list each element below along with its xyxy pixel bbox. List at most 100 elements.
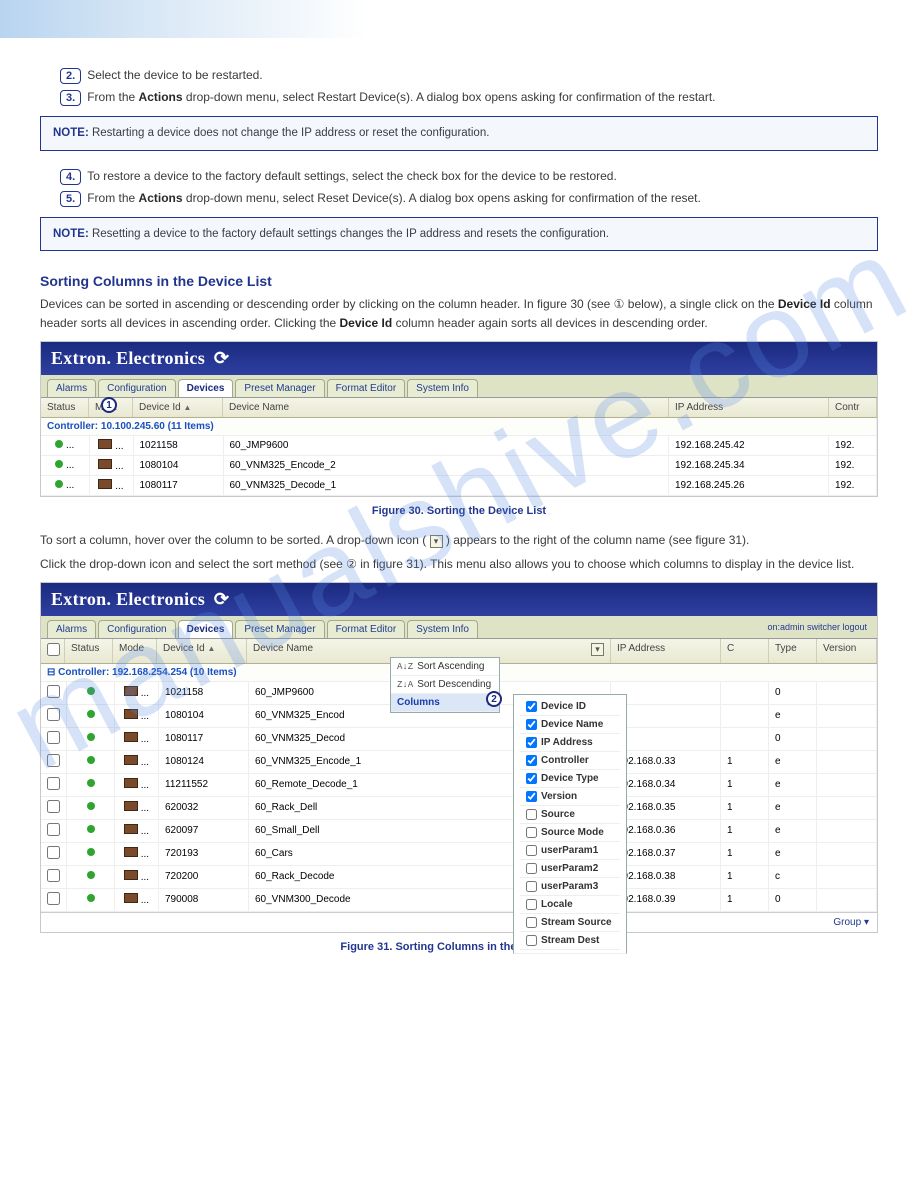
col-status[interactable]: Status xyxy=(65,639,113,663)
table-row[interactable]: ... ... 1080117 60_VNM325_Decode_1 192.1… xyxy=(41,475,877,495)
table-row[interactable]: ...72020060_Rack_Decode192.168.0.381c xyxy=(41,865,877,888)
device-type-icon xyxy=(124,801,138,811)
row-checkbox[interactable] xyxy=(47,685,60,698)
status-dot-icon xyxy=(87,733,95,741)
table-row[interactable]: ...1121155260_Remote_Decode_1192.168.0.3… xyxy=(41,773,877,796)
device-type-icon xyxy=(98,459,112,469)
status-dot-icon xyxy=(87,756,95,764)
col-opt-userparam2[interactable]: userParam2 xyxy=(520,860,620,878)
status-dot-icon xyxy=(87,802,95,810)
note-box-2: NOTE: Resetting a device to the factory … xyxy=(40,217,878,252)
col-opt-userparam3[interactable]: userParam3 xyxy=(520,878,620,896)
tab-alarms[interactable]: Alarms xyxy=(47,379,96,397)
col-mode[interactable]: Mode xyxy=(113,639,157,663)
select-all-checkbox[interactable] xyxy=(47,643,60,656)
col-type[interactable]: Type xyxy=(769,639,817,663)
dropdown-arrow-icon: ▾ xyxy=(430,535,443,548)
group-dropdown-button[interactable]: Group ▾ xyxy=(41,912,877,932)
table-row[interactable]: ...108012460_VNM325_Encode_1192.168.0.33… xyxy=(41,750,877,773)
row-checkbox[interactable] xyxy=(47,754,60,767)
status-dot-icon xyxy=(87,710,95,718)
callout-2: 2 xyxy=(486,691,502,707)
steps-list-mid: 4.To restore a device to the factory def… xyxy=(60,169,878,207)
row-checkbox[interactable] xyxy=(47,869,60,882)
col-device-id[interactable]: Device Id ▲ xyxy=(157,639,247,663)
device-type-icon xyxy=(98,479,112,489)
row-checkbox[interactable] xyxy=(47,708,60,721)
figure-30-screenshot: Extron. Electronics ⟳ Alarms Configurati… xyxy=(40,341,878,497)
tab-format-editor[interactable]: Format Editor xyxy=(327,620,406,638)
table-row[interactable]: ... ... 1021158 60_JMP9600 192.168.245.4… xyxy=(41,435,877,455)
logo-swirl-icon: ⟳ xyxy=(214,348,229,369)
col-opt-userparam1[interactable]: userParam1 xyxy=(520,842,620,860)
col-opt-stream-dest[interactable]: Stream Dest xyxy=(520,932,620,950)
col-opt-controller[interactable]: Controller xyxy=(520,752,620,770)
device-type-icon xyxy=(98,439,112,449)
sort-desc-item[interactable]: Z↓ASort Descending xyxy=(391,676,499,694)
columns-checkbox-menu: Device ID Device Name IP Address Control… xyxy=(513,694,627,954)
device-type-icon xyxy=(124,732,138,742)
row-checkbox[interactable] xyxy=(47,800,60,813)
row-checkbox[interactable] xyxy=(47,731,60,744)
table-group-row[interactable]: Controller: 10.100.245.60 (11 Items) xyxy=(41,418,877,436)
col-opt-version[interactable]: Version xyxy=(520,788,620,806)
column-dropdown-trigger[interactable]: ▾ xyxy=(591,643,604,656)
status-dot-icon xyxy=(87,825,95,833)
col-opt-source[interactable]: Source xyxy=(520,806,620,824)
row-checkbox[interactable] xyxy=(47,823,60,836)
tab-preset-manager[interactable]: Preset Manager xyxy=(235,620,324,638)
row-checkbox[interactable] xyxy=(47,777,60,790)
row-checkbox[interactable] xyxy=(47,846,60,859)
callout-1: 1 xyxy=(101,397,117,413)
tab-configuration[interactable]: Configuration xyxy=(98,620,175,638)
col-c[interactable]: C xyxy=(721,639,769,663)
col-opt-source-mode[interactable]: Source Mode xyxy=(520,824,620,842)
tab-devices[interactable]: Devices xyxy=(178,620,234,638)
status-dot-icon xyxy=(55,460,63,468)
sort-asc-icon: ▲ xyxy=(183,403,191,412)
col-status[interactable]: Status xyxy=(41,398,89,417)
device-type-icon xyxy=(124,686,138,696)
table-row[interactable]: ...108011760_VNM325_Decod0 xyxy=(41,727,877,750)
table-row[interactable]: ...62003260_Rack_Dell192.168.0.351e xyxy=(41,796,877,819)
tab-devices[interactable]: Devices xyxy=(178,379,234,397)
col-opt-device-name[interactable]: Device Name xyxy=(520,716,620,734)
tab-configuration[interactable]: Configuration xyxy=(98,379,175,397)
device-type-icon xyxy=(124,755,138,765)
col-ip-address[interactable]: IP Address xyxy=(669,398,829,417)
top-right-links[interactable]: on:admin switcher logout xyxy=(763,620,871,638)
col-opt-locale[interactable]: Locale xyxy=(520,896,620,914)
col-ip-address[interactable]: IP Address xyxy=(611,639,721,663)
col-opt-device-type[interactable]: Device Type xyxy=(520,770,620,788)
col-device-id[interactable]: Device Id ▲ xyxy=(133,398,223,417)
note-box-1: NOTE: Restarting a device does not chang… xyxy=(40,116,878,151)
table-row[interactable]: ...72019360_Cars192.168.0.371e xyxy=(41,842,877,865)
brand-header-1: Extron. Electronics ⟳ xyxy=(41,342,877,375)
col-opt-ip[interactable]: IP Address xyxy=(520,734,620,752)
device-type-icon xyxy=(124,709,138,719)
column-sort-body: To sort a column, hover over the column … xyxy=(40,531,878,550)
step-number-4: 4. xyxy=(60,169,81,185)
tab-system-info[interactable]: System Info xyxy=(407,379,478,397)
logo-swirl-icon: ⟳ xyxy=(214,589,229,610)
col-opt-stream-source[interactable]: Stream Source xyxy=(520,914,620,932)
row-checkbox[interactable] xyxy=(47,892,60,905)
table-row[interactable]: ... ... 1080104 60_VNM325_Encode_2 192.1… xyxy=(41,455,877,475)
tab-preset-manager[interactable]: Preset Manager xyxy=(235,379,324,397)
col-version[interactable]: Version xyxy=(817,639,877,663)
columns-submenu-item[interactable]: Columns ▸ 2 Device ID Device Name IP Add… xyxy=(391,694,499,712)
col-opt-device-id[interactable]: Device ID xyxy=(520,698,620,716)
col-device-name[interactable]: Device Name xyxy=(223,398,669,417)
sort-asc-icon: ▲ xyxy=(207,644,215,653)
col-device-name[interactable]: Device Name ▾ A↓ZSort Ascending Z↓ASort … xyxy=(247,639,611,663)
table-row[interactable]: ...62009760_Small_Dell192.168.0.361e xyxy=(41,819,877,842)
tab-system-info[interactable]: System Info xyxy=(407,620,478,638)
tab-format-editor[interactable]: Format Editor xyxy=(327,379,406,397)
sort-asc-item[interactable]: A↓ZSort Ascending xyxy=(391,658,499,676)
col-select-all[interactable] xyxy=(41,639,65,663)
device-type-icon xyxy=(124,893,138,903)
col-controller-short[interactable]: Contr xyxy=(829,398,877,417)
figure-30-caption: Figure 30. Sorting the Device List xyxy=(40,505,878,517)
tab-alarms[interactable]: Alarms xyxy=(47,620,96,638)
table-row[interactable]: ...79000860_VNM300_Decode192.168.0.3910 xyxy=(41,888,877,911)
